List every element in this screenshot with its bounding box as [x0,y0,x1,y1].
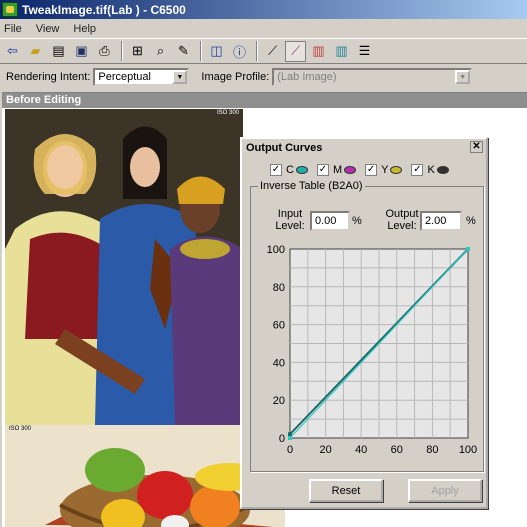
toolbar: ⇦ ▰ ▤ ▣ ⎙ ⊞ ⌕ ✎ ◫ ⓘ ⟋ ⟋ ▥ ▥ ☰ [0,38,527,64]
chevron-down-icon[interactable]: ▼ [455,70,471,84]
channel-c-label: C [286,164,294,176]
input-level-label-text: Input Level: [275,208,305,232]
rendering-intent-value: Perceptual [98,71,151,83]
menu-file[interactable]: File [4,23,22,35]
curve-icon[interactable]: ⟋ [262,41,283,62]
channel-m-label: M [332,164,343,176]
channel-m[interactable]: ✓ M [316,164,357,176]
menu-help[interactable]: Help [73,23,96,35]
chevron-down-icon[interactable]: ▼ [172,70,188,84]
y-tick-label: 100 [267,244,285,256]
input-level-label: Input Level: [268,208,312,232]
split-view-icon[interactable]: ◫ [206,41,227,62]
info-icon[interactable]: ⓘ [229,41,250,62]
close-icon[interactable]: ✕ [470,141,483,153]
menu-view[interactable]: View [36,23,60,35]
zoom-icon[interactable]: ⌕ [150,41,171,62]
channel-k-label: K [427,164,435,176]
channel-m-checkbox[interactable]: ✓ [316,164,329,176]
dialog-title-bar[interactable]: Output Curves ✕ [242,139,486,156]
x-tick-label: 40 [355,444,367,456]
cyan-swatch-icon [295,166,308,174]
x-tick-label: 100 [459,444,477,456]
dialog-title: Output Curves [246,141,323,154]
window-title: TweakImage.tif(Lab ) - C6500 [22,2,186,17]
image-profile-value: (Lab Image) [277,71,337,83]
options-bar: Rendering Intent: Perceptual ▼ Image Pro… [0,64,527,90]
settings-sliders-icon[interactable]: ☰ [354,41,375,62]
curve-control-point[interactable] [288,436,292,440]
output-curves-dialog: Output Curves ✕ ✓ C ✓ M ✓ Y ✓ K Inverse … [240,137,488,509]
x-tick-label: 80 [426,444,438,456]
iso-label-top: ISO 300 [216,110,239,116]
channel-bars-icon[interactable]: ▥ [331,41,352,62]
output-level-label-text: Output Level: [385,208,419,232]
output-level-field[interactable]: 2.00 [420,211,462,231]
black-swatch-icon [436,166,449,174]
y-tick-label: 0 [279,433,285,445]
output-curves-icon[interactable]: ⟋ [285,40,306,62]
pane-title: Before Editing [2,93,527,108]
yellow-swatch-icon [390,166,403,174]
channel-c[interactable]: ✓ C [270,164,308,176]
curve-control-point[interactable] [288,432,292,437]
image-profile-label: Image Profile: [201,71,270,83]
y-tick-label: 60 [273,320,285,332]
channel-y-label: Y [381,164,389,176]
channel-checkboxes: ✓ C ✓ M ✓ Y ✓ K [270,164,458,176]
eyedropper-icon[interactable]: ✎ [173,41,194,62]
channel-c-checkbox[interactable]: ✓ [270,164,282,176]
save-icon[interactable]: ▣ [71,41,92,62]
channel-k[interactable]: ✓ K [411,164,449,176]
output-level-label: Output Level: [382,208,422,232]
magenta-swatch-icon [344,166,357,174]
apply-button[interactable]: Apply [408,479,482,502]
toolbar-separator [256,41,258,61]
open-folder-icon[interactable]: ▰ [25,41,46,62]
channel-y[interactable]: ✓ Y [365,164,403,176]
iso-label-bottom: ISO 300 [9,426,32,432]
fit-window-icon[interactable]: ⊞ [127,41,148,62]
back-arrow-icon[interactable]: ⇦ [2,41,23,62]
open-file-icon[interactable]: ▤ [48,41,69,62]
rendering-intent-label: Rendering Intent: [6,71,91,83]
color-bars-icon[interactable]: ▥ [308,41,329,62]
y-tick-label: 80 [273,282,285,294]
curve-chart[interactable]: 0 20 40 60 80 100 0 20 40 60 80 100 [252,239,482,467]
people-photo: ISO 300 [5,109,243,425]
x-tick-label: 20 [319,444,331,456]
image-profile-select[interactable]: (Lab Image) ▼ [272,68,473,86]
channel-y-checkbox[interactable]: ✓ [365,164,378,176]
x-tick-label: 0 [287,444,293,456]
y-tick-label: 40 [273,357,285,369]
input-level-percent: % [352,215,362,227]
input-level-field[interactable]: 0.00 [310,211,350,231]
channel-k-checkbox[interactable]: ✓ [411,164,424,176]
toolbar-separator [121,41,123,61]
curve-control-point[interactable] [466,247,470,251]
y-tick-label: 20 [273,395,285,407]
group-label: Inverse Table (B2A0) [258,180,365,192]
reset-button[interactable]: Reset [309,479,383,502]
output-level-percent: % [466,215,476,227]
x-tick-label: 60 [391,444,403,456]
menu-bar: File View Help [0,19,527,38]
print-icon[interactable]: ⎙ [94,41,115,62]
rendering-intent-select[interactable]: Perceptual ▼ [93,68,190,86]
toolbar-separator [200,41,202,61]
app-icon [2,2,18,17]
title-bar: TweakImage.tif(Lab ) - C6500 [0,0,527,19]
